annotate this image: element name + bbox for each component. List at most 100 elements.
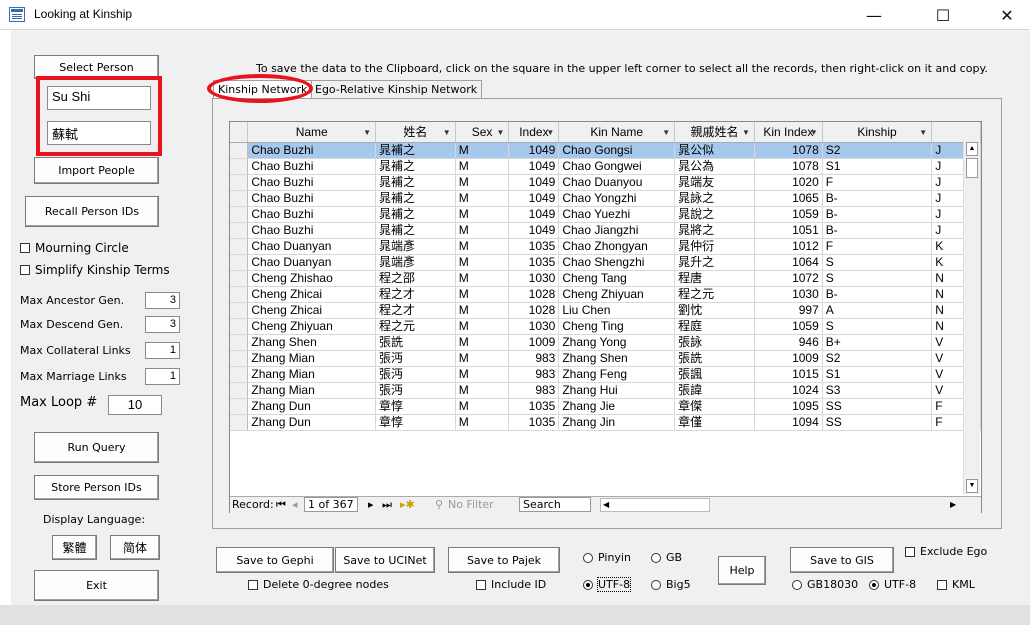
table-cell[interactable]: Cheng Zhiyuan	[247, 318, 377, 335]
table-cell[interactable]: 晁說之	[674, 206, 755, 223]
table-cell[interactable]: 1028	[508, 302, 560, 319]
table-cell[interactable]: Zhang Dun	[247, 414, 377, 431]
table-cell[interactable]: 晁升之	[674, 254, 755, 271]
table-cell[interactable]: Chao Duanyan	[247, 238, 377, 255]
table-cell[interactable]: 1051	[754, 222, 823, 239]
table-row[interactable]: Cheng Zhicai 程之才 M 1028 Liu Chen 劉忱 997 A N	[230, 302, 981, 319]
table-cell[interactable]: 1009	[754, 350, 823, 367]
table-cell[interactable]: Liu Chen	[558, 302, 676, 319]
table-cell[interactable]: Chao Buzhi	[247, 190, 377, 207]
table-cell[interactable]: 983	[508, 382, 560, 399]
table-cell[interactable]: M	[455, 238, 510, 255]
table-cell[interactable]: SS	[822, 414, 933, 431]
chevron-down-icon[interactable]: ▼	[662, 128, 670, 137]
table-row[interactable]: Chao Duanyan 晁端彥 M 1035 Chao Zhongyan 晁仲衍 1012…	[230, 238, 981, 255]
row-selector[interactable]	[230, 334, 249, 351]
column-header-name[interactable]: Name ▼	[247, 122, 377, 143]
row-selector[interactable]	[230, 366, 249, 383]
table-cell[interactable]: Chao Buzhi	[247, 206, 377, 223]
table-cell[interactable]: 1020	[754, 174, 823, 191]
table-cell[interactable]: Zhang Jin	[558, 414, 676, 431]
row-selector[interactable]	[230, 206, 249, 223]
table-cell[interactable]: Chao Yuezhi	[558, 206, 676, 223]
scroll-up-icon[interactable]: ▲	[966, 142, 978, 156]
table-cell[interactable]: Zhang Shen	[247, 334, 377, 351]
table-cell[interactable]: Zhang Mian	[247, 382, 377, 399]
simplify-kinship-checkbox[interactable]: Simplify Kinship Terms	[20, 263, 170, 277]
table-row[interactable]: Chao Buzhi 晁補之 M 1049 Chao Duanyou 晁端友 1020 F J	[230, 174, 981, 191]
new-record-icon[interactable]: ▸✱	[400, 498, 415, 511]
table-cell[interactable]: Zhang Dun	[247, 398, 377, 415]
table-cell[interactable]: M	[455, 222, 510, 239]
table-cell[interactable]: 1035	[508, 238, 560, 255]
row-selector[interactable]	[230, 238, 249, 255]
table-cell[interactable]: 1078	[754, 142, 823, 159]
table-cell[interactable]: Zhang Mian	[247, 366, 377, 383]
horizontal-scrollbar[interactable]	[600, 498, 710, 512]
chevron-down-icon[interactable]: ▼	[443, 128, 451, 137]
vertical-scrollbar[interactable]: ▲ ▼	[963, 141, 980, 494]
table-cell[interactable]: 晁端彥	[375, 238, 456, 255]
column-header-name-zh[interactable]: 姓名 ▼	[375, 122, 456, 143]
table-cell[interactable]: 997	[754, 302, 823, 319]
table-cell[interactable]: Chao Duanyou	[558, 174, 676, 191]
minimize-button[interactable]: —	[851, 0, 897, 30]
table-cell[interactable]: 晁補之	[375, 206, 456, 223]
table-cell[interactable]: 程之邵	[375, 270, 456, 287]
table-cell[interactable]: 晁仲衍	[674, 238, 755, 255]
table-cell[interactable]: 晁端彥	[375, 254, 456, 271]
max-collateral-field[interactable]: 1	[145, 342, 180, 359]
max-ancestor-field[interactable]: 3	[145, 292, 180, 309]
table-cell[interactable]: 晁將之	[674, 222, 755, 239]
close-button[interactable]: ✕	[984, 0, 1030, 30]
column-header-index[interactable]: Index ▼	[508, 122, 560, 143]
big5-radio[interactable]: Big5	[651, 578, 691, 591]
table-cell[interactable]: 張沔	[375, 366, 456, 383]
run-query-button[interactable]: Run Query	[34, 432, 159, 463]
chevron-down-icon[interactable]: ▼	[546, 128, 554, 137]
table-cell[interactable]: 1035	[508, 254, 560, 271]
column-header-kin-name-zh[interactable]: 親戚姓名 ▼	[674, 122, 755, 143]
table-cell[interactable]: 1009	[508, 334, 560, 351]
table-cell[interactable]: B-	[822, 222, 933, 239]
table-row[interactable]: Chao Buzhi 晁補之 M 1049 Chao Gongsi 晁公似 1078 S2 J	[230, 142, 981, 159]
table-row[interactable]: Zhang Mian 張沔 M 983 Zhang Shen 張詵 1009 S2 V	[230, 350, 981, 367]
first-record-icon[interactable]: ⏮	[276, 498, 286, 512]
delete-zero-degree-checkbox[interactable]: Delete 0-degree nodes	[248, 578, 389, 591]
row-selector[interactable]	[230, 286, 249, 303]
record-position-field[interactable]: 1 of 367	[304, 497, 358, 512]
table-cell[interactable]: Chao Gongwei	[558, 158, 676, 175]
recall-person-ids-button[interactable]: Recall Person IDs	[25, 196, 159, 227]
row-selector[interactable]	[230, 414, 249, 431]
table-cell[interactable]: Cheng Tang	[558, 270, 676, 287]
table-cell[interactable]: Zhang Jie	[558, 398, 676, 415]
row-selector[interactable]	[230, 222, 249, 239]
chevron-down-icon[interactable]: ▼	[497, 128, 505, 137]
select-all-corner[interactable]	[230, 122, 249, 143]
row-selector[interactable]	[230, 302, 249, 319]
table-cell[interactable]: 1095	[754, 398, 823, 415]
table-cell[interactable]: Zhang Feng	[558, 366, 676, 383]
table-cell[interactable]: M	[455, 142, 510, 159]
table-cell[interactable]: S	[822, 254, 933, 271]
table-cell[interactable]: Zhang Hui	[558, 382, 676, 399]
gb18030-radio[interactable]: GB18030	[792, 578, 858, 591]
exclude-ego-checkbox[interactable]: Exclude Ego	[905, 545, 987, 558]
table-cell[interactable]: Chao Gongsi	[558, 142, 676, 159]
table-cell[interactable]: 1035	[508, 414, 560, 431]
max-descend-field[interactable]: 3	[145, 316, 180, 333]
no-filter-label[interactable]: No Filter	[448, 498, 494, 511]
table-cell[interactable]: S3	[822, 382, 933, 399]
table-cell[interactable]: A	[822, 302, 933, 319]
table-cell[interactable]: 1049	[508, 222, 560, 239]
table-row[interactable]: Chao Buzhi 晁補之 M 1049 Chao Yuezhi 晁說之 1059 B- J	[230, 206, 981, 223]
table-cell[interactable]: 晁公似	[674, 142, 755, 159]
next-record-icon[interactable]: ▸	[368, 498, 374, 511]
kinship-datasheet[interactable]: Name ▼ 姓名 ▼ Sex ▼ Index ▼ Kin Name ▼ 親戚姓名 ▼ Ki…	[229, 121, 982, 513]
table-cell[interactable]: 張諱	[674, 382, 755, 399]
table-cell[interactable]: M	[455, 366, 510, 383]
table-cell[interactable]: 晁補之	[375, 158, 456, 175]
scroll-thumb[interactable]	[966, 158, 978, 178]
table-cell[interactable]: 1049	[508, 174, 560, 191]
table-cell[interactable]: Cheng Zhicai	[247, 302, 377, 319]
